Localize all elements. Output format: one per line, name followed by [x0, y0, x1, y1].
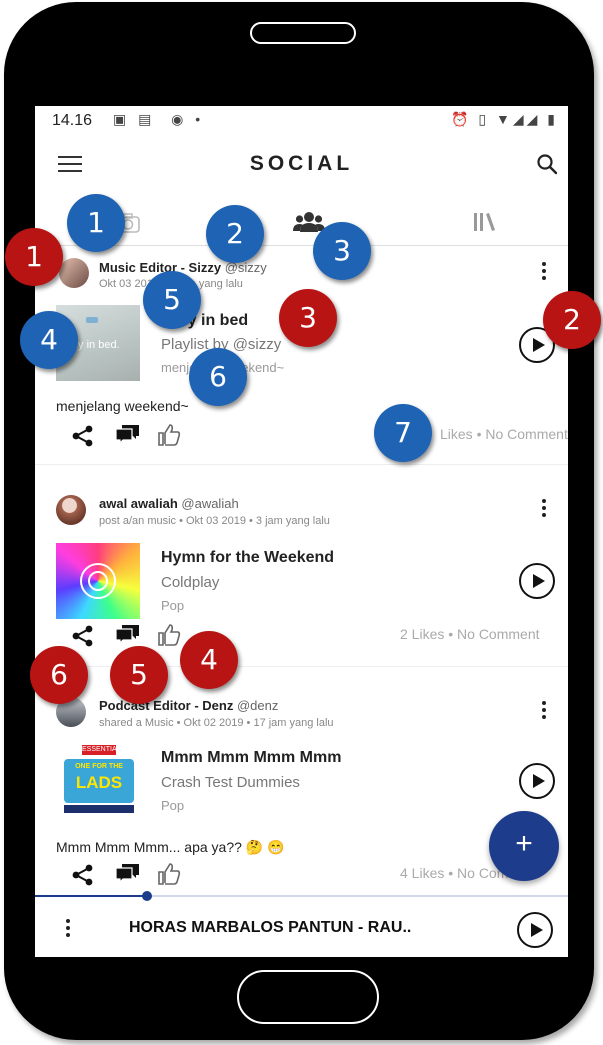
annotation-badge-red: 4	[180, 631, 238, 689]
annotation-badge-blue: 7	[374, 404, 432, 462]
share-icon[interactable]	[71, 864, 95, 886]
search-icon[interactable]	[535, 152, 559, 176]
annotation-badge-blue: 5	[143, 271, 201, 329]
post-meta: shared a Music • Okt 02 2019 • 17 jam ya…	[99, 717, 334, 729]
app-title: SOCIAL	[249, 152, 354, 175]
player-options-icon[interactable]	[65, 919, 71, 940]
mini-player[interactable]: HORAS MARBALOS PANTUN - RAU..	[35, 891, 568, 957]
system-status-icons: ⏰ ▯ ▼◢◢ ▮	[451, 111, 558, 127]
phone-home-button[interactable]	[237, 970, 379, 1024]
more-options-icon[interactable]	[541, 499, 547, 520]
annotation-badge-blue: 4	[20, 311, 78, 369]
post-author[interactable]: Podcast Editor - Denz	[99, 698, 233, 713]
post-author-line: awal awaliah @awaliah	[99, 496, 239, 511]
share-icon[interactable]	[71, 425, 95, 447]
track-title[interactable]: Hymn for the Weekend	[161, 549, 334, 567]
more-options-icon[interactable]	[541, 701, 547, 722]
status-bar: 14.16 ▣ ▤ ◉ • ⏰ ▯ ▼◢◢ ▮	[35, 106, 568, 136]
track-subtitle: Coldplay	[161, 574, 220, 591]
share-icon[interactable]	[71, 625, 95, 647]
album-cover[interactable]	[56, 543, 140, 619]
phone-speaker	[250, 22, 356, 44]
annotation-badge-red: 6	[30, 646, 88, 704]
post-handle[interactable]: @awaliah	[181, 496, 238, 511]
annotation-badge-red: 3	[279, 289, 337, 347]
album-cover[interactable]: ESSENTIAL ONE FOR THE LADS	[56, 743, 140, 819]
cover-text: LADS	[75, 773, 123, 792]
annotation-badge-red: 1	[5, 228, 63, 286]
status-time: 14.16	[52, 112, 93, 129]
track-genre: Pop	[161, 798, 185, 813]
comment-icon[interactable]	[115, 424, 141, 446]
more-options-icon[interactable]	[541, 262, 547, 283]
like-icon[interactable]	[157, 423, 181, 447]
post-caption: menjelang weekend~	[56, 398, 189, 414]
now-playing-title[interactable]: HORAS MARBALOS PANTUN - RAU..	[129, 919, 411, 937]
post-caption: Mmm Mmm Mmm... apa ya?? 🤔 😁	[56, 839, 285, 855]
post-divider	[35, 464, 568, 465]
play-button[interactable]	[519, 563, 555, 599]
comment-icon[interactable]	[115, 624, 141, 646]
annotation-badge-blue: 3	[313, 222, 371, 280]
annotation-badge-blue: 2	[206, 205, 264, 263]
track-title[interactable]: Mmm Mmm Mmm Mmm	[161, 749, 341, 767]
play-icon	[533, 574, 545, 588]
like-icon[interactable]	[157, 623, 181, 647]
comment-icon[interactable]	[115, 863, 141, 885]
playback-progress-handle[interactable]	[141, 891, 152, 901]
avatar[interactable]	[59, 258, 89, 288]
track-subtitle: Crash Test Dummies	[161, 774, 300, 791]
library-icon	[474, 213, 495, 231]
annotation-badge-blue: 6	[189, 348, 247, 406]
play-button[interactable]	[519, 763, 555, 799]
annotation-badge-blue: 1	[67, 194, 125, 252]
play-icon	[533, 774, 545, 788]
post-handle[interactable]: @denz	[237, 698, 278, 713]
play-icon	[531, 923, 543, 937]
like-icon[interactable]	[157, 862, 181, 886]
cover-label: ESSENTIAL	[82, 745, 121, 755]
annotation-badge-red: 5	[110, 646, 168, 704]
people-group-icon	[293, 212, 325, 232]
post-meta: post a/an music • Okt 03 2019 • 3 jam ya…	[99, 515, 330, 527]
post-stats: 2 Likes • No Comment	[400, 626, 540, 642]
create-post-button[interactable]: +	[489, 811, 559, 881]
annotation-badge-red: 2	[543, 291, 601, 349]
player-play-button[interactable]	[517, 912, 553, 948]
track-genre: Pop	[161, 598, 185, 613]
avatar[interactable]	[56, 495, 86, 525]
post-stats: Likes • No Comment	[440, 426, 568, 442]
tab-library[interactable]	[391, 201, 568, 245]
notification-icons: ▣ ▤ ◉ •	[113, 111, 205, 127]
playback-progress-fill	[35, 895, 147, 897]
cover-text: ONE FOR THE	[75, 763, 123, 770]
post-author[interactable]: awal awaliah	[99, 496, 178, 511]
